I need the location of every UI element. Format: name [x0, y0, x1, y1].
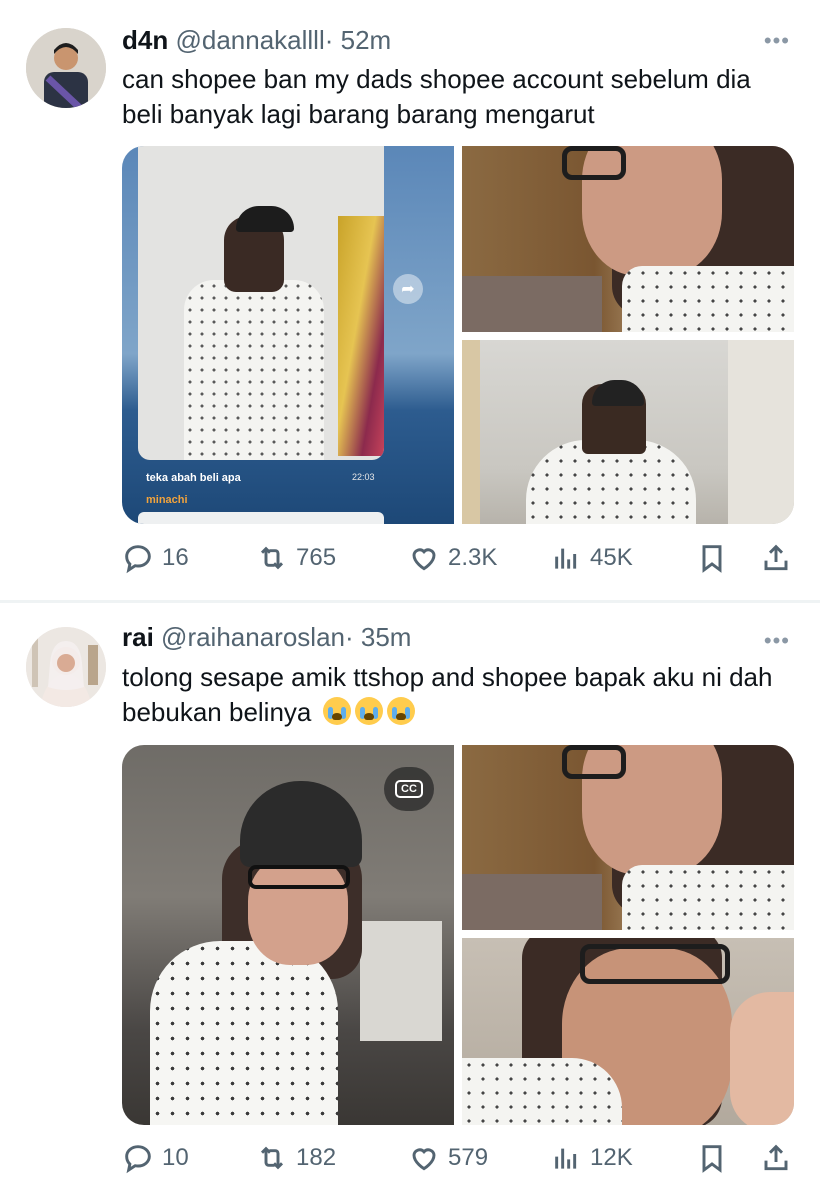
display-name[interactable]: rai: [122, 622, 154, 652]
reply-button[interactable]: 10: [122, 1138, 189, 1178]
username[interactable]: @raihanaroslan: [161, 622, 345, 652]
tweet[interactable]: d4n @dannakallll· 52m ••• can shopee ban…: [0, 0, 820, 600]
like-count: 2.3K: [448, 544, 498, 571]
views-button[interactable]: 12K: [550, 1138, 633, 1178]
retweet-button[interactable]: 765: [256, 538, 336, 578]
share-button[interactable]: [760, 538, 792, 578]
media-image-glasses-closeup[interactable]: [462, 745, 794, 930]
timestamp[interactable]: · 35m: [345, 622, 411, 652]
reply-button[interactable]: 16: [122, 538, 189, 578]
more-options-icon[interactable]: •••: [764, 628, 790, 654]
media-video-thumbnail[interactable]: CC: [122, 745, 454, 1125]
loudly-crying-face-icon: [354, 697, 383, 725]
media-grid: teka abah beli apa 22:03 minachi ➦: [122, 146, 794, 524]
reply-icon: [125, 1145, 151, 1174]
display-name[interactable]: d4n: [122, 25, 168, 55]
retweet-count: 182: [296, 1144, 337, 1171]
reply-count: 10: [162, 1144, 189, 1171]
tweet-header: rai @raihanaroslan· 35m: [122, 622, 411, 652]
chat-caption: teka abah beli apa: [146, 472, 241, 484]
avatar[interactable]: [26, 627, 106, 707]
captions-icon: CC: [395, 780, 423, 798]
bookmark-button[interactable]: [696, 1138, 728, 1178]
media-grid: CC: [122, 745, 794, 1125]
views-icon: [555, 548, 577, 569]
avatar-photo: [26, 627, 106, 707]
views-count: 45K: [590, 544, 633, 571]
share-icon: [764, 544, 788, 571]
captions-button[interactable]: CC: [384, 767, 434, 811]
tweet-actions: 10 182 579 12K: [122, 1138, 794, 1178]
reply-icon: [125, 545, 151, 574]
retweet-button[interactable]: 182: [256, 1138, 336, 1178]
chat-bubble: [138, 512, 384, 524]
tweet-header: d4n @dannakallll· 52m: [122, 25, 391, 55]
chat-sender-name: minachi: [146, 494, 188, 506]
reply-count: 16: [162, 544, 189, 571]
forward-icon: ➦: [393, 274, 423, 304]
heart-icon: [412, 548, 436, 571]
avatar[interactable]: [26, 28, 106, 108]
tweet[interactable]: rai @raihanaroslan· 35m ••• tolong sesap…: [0, 603, 820, 1200]
like-count: 579: [448, 1144, 489, 1171]
retweet-icon: [260, 546, 284, 570]
more-options-icon[interactable]: •••: [764, 28, 790, 54]
tweet-text: can shopee ban my dads shopee account se…: [122, 64, 751, 129]
bookmark-icon: [702, 1145, 722, 1173]
tweet-text: tolong sesape amik ttshop and shopee bap…: [122, 660, 792, 730]
bookmark-icon: [702, 545, 722, 573]
timestamp[interactable]: · 52m: [325, 25, 391, 55]
share-icon: [764, 1144, 788, 1171]
media-image-back-view[interactable]: [462, 340, 794, 524]
chat-video-thumbnail: [138, 146, 384, 460]
loudly-crying-face-icon: [386, 697, 415, 725]
views-icon: [555, 1148, 577, 1169]
username[interactable]: @dannakallll: [175, 25, 324, 55]
retweet-count: 765: [296, 544, 337, 571]
chat-timestamp: 22:03: [352, 472, 375, 482]
media-image-selfie[interactable]: [462, 938, 794, 1125]
heart-icon: [412, 1148, 436, 1171]
tweet-text-body: tolong sesape amik ttshop and shopee bap…: [122, 662, 773, 727]
views-button[interactable]: 45K: [550, 538, 633, 578]
tweet-actions: 16 765 2.3K 45K: [122, 538, 794, 578]
media-image-chat-screenshot[interactable]: teka abah beli apa 22:03 minachi ➦: [122, 146, 454, 524]
like-button[interactable]: 2.3K: [408, 538, 497, 578]
share-button[interactable]: [760, 1138, 792, 1178]
like-button[interactable]: 579: [408, 1138, 488, 1178]
bookmark-button[interactable]: [696, 538, 728, 578]
avatar-photo: [26, 28, 106, 108]
views-count: 12K: [590, 1144, 633, 1171]
retweet-icon: [260, 1146, 284, 1170]
loudly-crying-face-icon: [322, 697, 351, 725]
media-image-glasses-closeup[interactable]: [462, 146, 794, 332]
